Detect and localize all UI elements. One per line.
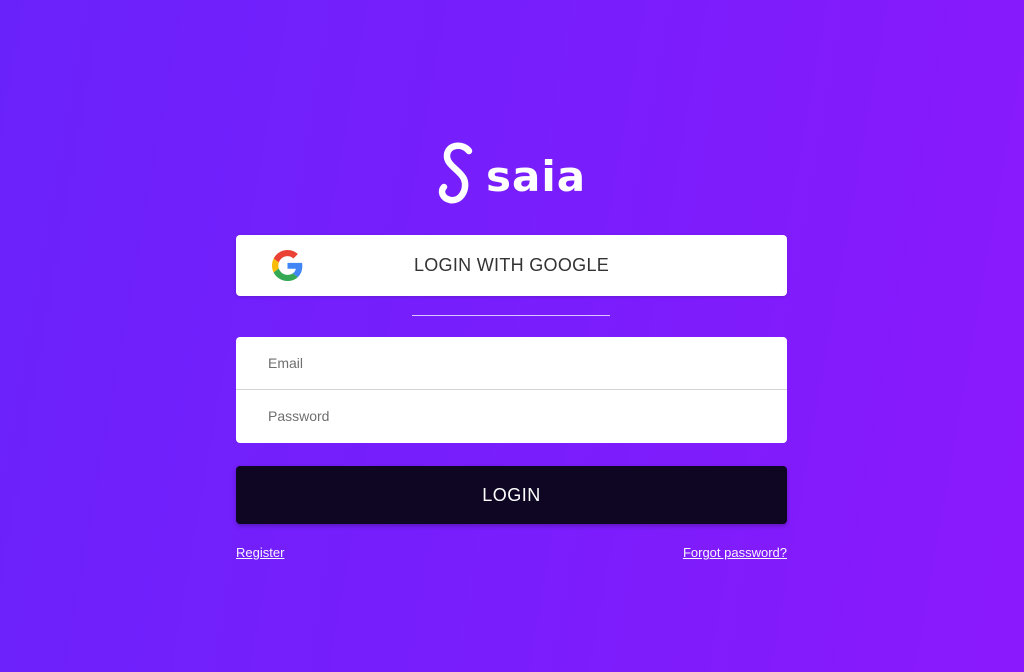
brand-logo: saia [436,140,596,210]
divider [412,315,610,316]
script-s-icon [438,142,473,204]
brand-name: saia [486,152,587,201]
password-field[interactable] [236,390,787,442]
login-with-google-label: LOGIN WITH GOOGLE [413,255,610,275]
login-with-google-button[interactable]: LOGIN WITH GOOGLE [236,235,787,296]
email-field[interactable] [236,337,787,389]
login-form [236,337,787,443]
login-button[interactable]: LOGIN [236,466,787,524]
register-link[interactable]: Register [236,545,284,560]
forgot-password-link[interactable]: Forgot password? [683,545,787,560]
